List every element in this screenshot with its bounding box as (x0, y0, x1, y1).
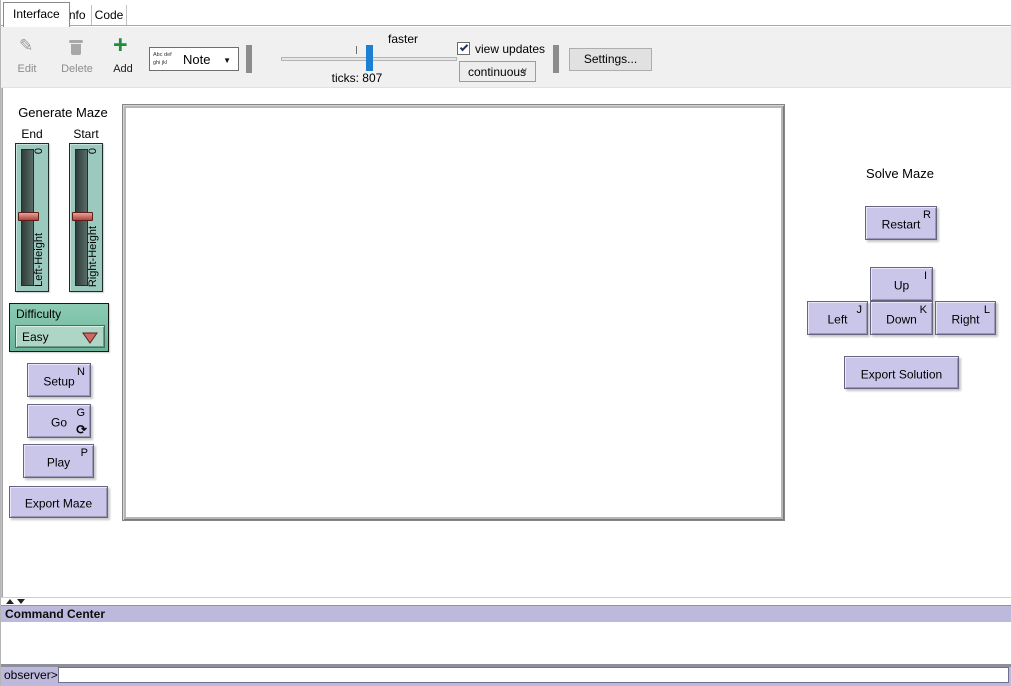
right-button[interactable]: Right L (935, 301, 996, 335)
toolbar-separator (246, 45, 252, 73)
chevron-down-icon: ∨ (521, 66, 528, 77)
shortcut-key: L (984, 304, 990, 316)
shortcut-key: I (924, 270, 927, 282)
toolbar-separator (553, 45, 559, 73)
chooser-value: Easy (22, 330, 49, 344)
chooser-label: Difficulty (16, 307, 61, 321)
command-prompt-row: observer> (1, 667, 1012, 683)
delete-button[interactable]: Delete (57, 63, 97, 75)
generate-maze-title: Generate Maze (9, 105, 117, 120)
command-input[interactable] (58, 667, 1009, 683)
slider-name: Left-Height (33, 233, 45, 287)
button-label: Export Maze (10, 497, 107, 511)
end-label: End (15, 127, 49, 141)
command-center-output (1, 622, 1012, 664)
add-plus-icon[interactable]: + (113, 31, 128, 60)
view-updates-checkbox[interactable] (457, 42, 470, 55)
button-label: Up (871, 279, 932, 293)
command-center-splitter[interactable] (1, 598, 1012, 605)
view-updates-label: view updates (475, 42, 545, 56)
setup-button[interactable]: Setup N (27, 363, 91, 397)
shortcut-key: R (923, 209, 931, 221)
add-button[interactable]: Add (105, 63, 141, 75)
button-label: Export Solution (845, 367, 958, 381)
tab-code[interactable]: Code (92, 5, 127, 25)
shortcut-key: N (77, 366, 85, 378)
slider-handle[interactable] (18, 212, 39, 221)
left-height-slider[interactable]: 0 Left-Height (15, 143, 49, 292)
netlogo-window: Interface Info Code ✎ Edit Delete + Add … (0, 0, 1012, 686)
shortcut-key: K (920, 304, 927, 316)
tab-interface[interactable]: Interface (3, 2, 70, 27)
shortcut-key: P (81, 447, 88, 459)
observer-prompt-label: observer> (4, 668, 58, 682)
chooser-triangle-icon (82, 332, 98, 344)
shortcut-key: J (857, 304, 863, 316)
slider-value: 0 (33, 148, 45, 154)
tab-bar: Interface Info Code (1, 0, 1011, 26)
chooser-value-box[interactable]: Easy (15, 325, 105, 348)
speed-slider-center-tick (356, 46, 357, 54)
maze-world-view (126, 108, 781, 517)
edit-pencil-icon[interactable]: ✎ (19, 36, 33, 56)
export-solution-button[interactable]: Export Solution (844, 356, 959, 389)
command-center-title: Command Center (5, 607, 105, 621)
edit-button[interactable]: Edit (9, 63, 45, 75)
note-widget-icon: Abc def ghi jkl (153, 52, 180, 68)
forever-icon: ⟳ (76, 422, 87, 438)
delete-trash-icon[interactable] (70, 40, 82, 55)
update-mode-value: continuous (468, 65, 526, 79)
command-center-header: Command Center (1, 605, 1012, 622)
slider-name: Right-Height (87, 226, 99, 287)
solve-maze-title: Solve Maze (850, 166, 950, 181)
slider-handle[interactable] (72, 212, 93, 221)
trash-body (71, 44, 81, 55)
restart-button[interactable]: Restart R (865, 206, 937, 240)
play-button[interactable]: Play P (23, 444, 94, 478)
splitter-down-icon[interactable] (17, 599, 25, 604)
down-button[interactable]: Down K (870, 301, 933, 335)
checkmark-icon (460, 43, 468, 51)
go-button[interactable]: Go G ⟳ (27, 404, 91, 438)
left-button[interactable]: Left J (807, 301, 868, 335)
window-left-border (1, 88, 3, 598)
splitter-up-icon[interactable] (6, 599, 14, 604)
update-mode-dropdown[interactable]: continuous ∨ (459, 61, 536, 82)
settings-button[interactable]: Settings... (569, 48, 652, 71)
export-maze-button[interactable]: Export Maze (9, 486, 108, 518)
ticks-counter: ticks: 807 (312, 71, 402, 85)
dropdown-arrow-icon: ▼ (223, 56, 231, 65)
widget-type-dropdown[interactable]: Abc def ghi jkl Note ▼ (149, 47, 239, 71)
speed-faster-label: faster (373, 32, 433, 46)
speed-slider-handle[interactable] (366, 45, 373, 71)
up-button[interactable]: Up I (870, 267, 933, 301)
widget-type-value: Note (183, 52, 210, 67)
difficulty-chooser[interactable]: Difficulty Easy (9, 303, 109, 352)
right-height-slider[interactable]: 0 Right-Height (69, 143, 103, 292)
shortcut-key: G (76, 407, 85, 419)
trash-lid (69, 40, 83, 43)
slider-value: 0 (87, 148, 99, 154)
start-label: Start (69, 127, 103, 141)
